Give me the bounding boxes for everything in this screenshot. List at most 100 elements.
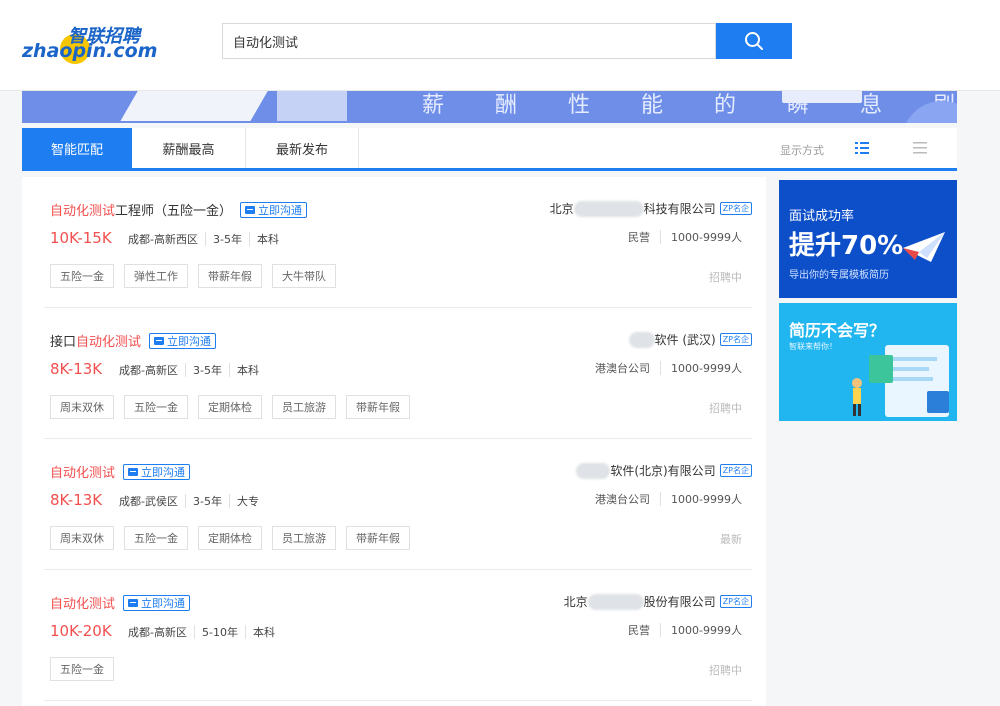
- job-education: 本科: [256, 233, 279, 246]
- chat-now-label: 立即沟通: [258, 203, 303, 217]
- detail-list-view-icon[interactable]: [854, 140, 870, 156]
- company-size: 1000-9999人: [671, 624, 742, 637]
- job-status: 招聘中: [709, 402, 742, 415]
- job-card[interactable]: 自动化测试 立即沟通 10K-20K 成都-高新区 5-10年 本科 五险一金 …: [22, 570, 766, 701]
- company-prefix: 北京: [563, 595, 588, 609]
- paper-plane-icon: [903, 232, 945, 262]
- job-tag: 五险一金: [124, 526, 188, 550]
- job-meta: 成都-高新西区 3-5年 本科: [128, 231, 279, 247]
- job-tag: 员工旅游: [272, 526, 336, 550]
- job-status: 最新: [720, 533, 742, 546]
- job-title-keyword: 自动化测试: [76, 335, 142, 350]
- job-title[interactable]: 自动化测试 立即沟通: [50, 462, 191, 481]
- job-meta: 成都-武侯区 3-5年 大专: [119, 493, 259, 509]
- chat-now-label: 立即沟通: [141, 465, 186, 479]
- search-box: [222, 23, 716, 59]
- job-meta: 成都-高新区 5-10年 本科: [128, 624, 275, 640]
- job-card[interactable]: 自动化测试 工程师（五险一金） 立即沟通 10K-15K 成都-高新西区 3-5…: [22, 177, 766, 308]
- tab-latest[interactable]: 最新发布: [246, 128, 359, 168]
- logo-cn: 智联招聘: [68, 26, 140, 47]
- chat-now-button[interactable]: 立即沟通: [123, 594, 191, 611]
- job-tag: 五险一金: [50, 264, 114, 288]
- job-tag: 周末双休: [50, 395, 114, 419]
- banner-tag: [782, 91, 862, 103]
- chat-icon: [128, 598, 139, 607]
- job-education: 本科: [252, 626, 275, 639]
- header: zhaopin.com 智联招聘: [0, 0, 1000, 91]
- zp-badge: ZP名企: [719, 333, 752, 346]
- job-tag: 大牛带队: [272, 264, 336, 288]
- job-experience: 3-5年: [192, 495, 222, 508]
- company-size: 1000-9999人: [671, 231, 742, 244]
- company-name[interactable]: 软件 (武汉) ZP名企: [628, 331, 752, 348]
- promo-banner[interactable]: 薪 酬 性 能 的 瞬 息 刷 新: [22, 91, 957, 123]
- company-type: 民营: [628, 231, 651, 244]
- ad-line2: 提升70%: [789, 231, 904, 261]
- company-size: 1000-9999人: [671, 493, 742, 506]
- search-input[interactable]: [223, 24, 715, 58]
- company-suffix: 软件(北京)有限公司: [610, 464, 716, 478]
- divider: [44, 700, 752, 701]
- job-meta: 成都-高新区 3-5年 本科: [119, 362, 259, 378]
- chat-now-button[interactable]: 立即沟通: [149, 332, 217, 349]
- job-experience: 3-5年: [192, 364, 222, 377]
- chat-now-label: 立即沟通: [141, 596, 186, 610]
- job-experience: 5-10年: [201, 626, 238, 639]
- ad-line2: 智联来帮你！: [789, 342, 837, 351]
- logo[interactable]: zhaopin.com 智联招聘: [22, 26, 157, 70]
- job-location: 成都-高新区: [119, 364, 178, 377]
- banner-text: 薪 酬 性 能 的 瞬 息 刷 新: [422, 93, 957, 118]
- blurred-text: [576, 462, 611, 479]
- chat-icon: [128, 467, 139, 476]
- zp-badge: ZP名企: [719, 202, 752, 215]
- job-location: 成都-武侯区: [119, 495, 178, 508]
- company-name[interactable]: 北京 股份有限公司 ZP名企: [564, 593, 752, 610]
- job-title[interactable]: 自动化测试 工程师（五险一金） 立即沟通: [50, 200, 308, 219]
- job-education: 大专: [236, 495, 259, 508]
- job-education: 本科: [236, 364, 259, 377]
- job-title-keyword: 自动化测试: [50, 204, 116, 219]
- job-tag: 带薪年假: [346, 395, 410, 419]
- job-title[interactable]: 接口 自动化测试 立即沟通: [50, 331, 217, 350]
- job-title-rest: 工程师（五险一金）: [115, 204, 233, 219]
- search-button[interactable]: [716, 23, 792, 59]
- company-name[interactable]: 北京 科技有限公司 ZP名企: [550, 200, 752, 217]
- ad-resume-template[interactable]: 面试成功率 提升70% 导出你的专属模板简历: [779, 180, 957, 298]
- simple-list-view-icon[interactable]: [912, 140, 928, 156]
- job-card[interactable]: 接口 自动化测试 立即沟通 8K-13K 成都-高新区 3-5年 本科 周末双休…: [22, 308, 766, 439]
- blurred-text: [628, 331, 655, 348]
- company-suffix: 软件 (武汉): [654, 333, 716, 347]
- salary: 8K-13K: [50, 360, 103, 378]
- company-size: 1000-9999人: [671, 362, 742, 375]
- company-meta: 民营 1000-9999人: [628, 229, 742, 245]
- chat-now-button[interactable]: 立即沟通: [123, 463, 191, 480]
- job-title[interactable]: 自动化测试 立即沟通: [50, 593, 191, 612]
- job-experience: 3-5年: [212, 233, 242, 246]
- job-tags: 周末双休 五险一金 定期体检 员工旅游 带薪年假: [50, 526, 420, 550]
- job-tag: 定期体检: [198, 526, 262, 550]
- job-list: 自动化测试 工程师（五险一金） 立即沟通 10K-15K 成都-高新西区 3-5…: [22, 177, 766, 706]
- company-name[interactable]: 软件(北京)有限公司 ZP名企: [576, 462, 752, 479]
- zp-badge: ZP名企: [719, 595, 752, 608]
- tab-smart-match[interactable]: 智能匹配: [22, 128, 132, 168]
- job-tag: 五险一金: [124, 395, 188, 419]
- chat-now-button[interactable]: 立即沟通: [240, 201, 308, 218]
- job-tags: 周末双休 五险一金 定期体检 员工旅游 带薪年假: [50, 395, 420, 419]
- tab-highest-salary[interactable]: 薪酬最高: [132, 128, 246, 168]
- company-type: 民营: [628, 624, 651, 637]
- company-meta: 港澳台公司 1000-9999人: [595, 491, 742, 507]
- job-tag: 带薪年假: [198, 264, 262, 288]
- company-suffix: 股份有限公司: [643, 595, 716, 609]
- job-tag: 定期体检: [198, 395, 262, 419]
- ad-resume-help[interactable]: 简历不会写？ 智联来帮你！: [779, 303, 957, 421]
- job-tag: 周末双休: [50, 526, 114, 550]
- blurred-text: [573, 200, 644, 217]
- search-icon: [745, 32, 763, 50]
- salary: 8K-13K: [50, 491, 103, 509]
- job-card[interactable]: 自动化测试 立即沟通 8K-13K 成都-武侯区 3-5年 大专 周末双休 五险…: [22, 439, 766, 570]
- ad-line3: 导出你的专属模板简历: [789, 270, 889, 281]
- ad-line1: 面试成功率: [789, 209, 855, 224]
- job-title-keyword: 自动化测试: [50, 466, 116, 481]
- company-type: 港澳台公司: [595, 493, 651, 506]
- company-suffix: 科技有限公司: [643, 202, 716, 216]
